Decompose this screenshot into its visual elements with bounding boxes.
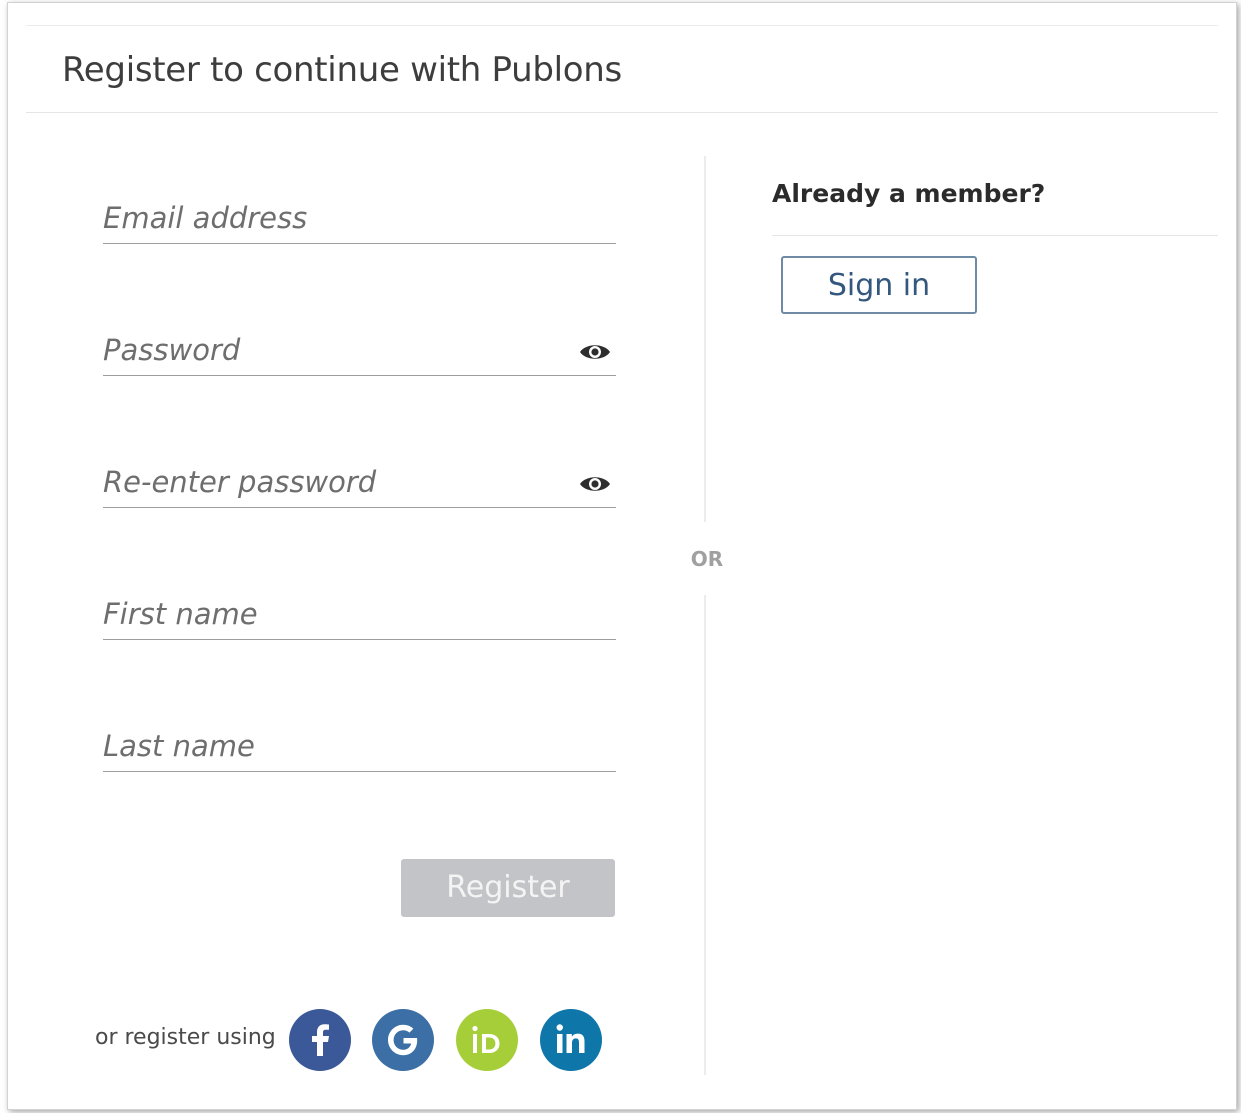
reenter-password-field	[103, 443, 616, 508]
eye-icon[interactable]	[578, 341, 612, 363]
register-dialog: Register to continue with Publons Regist…	[7, 2, 1237, 1110]
password-input[interactable]	[103, 333, 563, 367]
last-name-field	[103, 707, 616, 772]
dialog-header: Register to continue with Publons	[26, 26, 1218, 113]
linkedin-icon[interactable]	[540, 1009, 602, 1071]
or-register-using-label: or register using	[95, 1025, 276, 1050]
sign-in-button[interactable]: Sign in	[781, 256, 977, 314]
member-divider	[772, 235, 1218, 236]
first-name-field	[103, 575, 616, 640]
google-icon[interactable]	[372, 1009, 434, 1071]
orcid-icon[interactable]	[456, 1009, 518, 1071]
or-divider-label: OR	[690, 547, 724, 571]
register-button[interactable]: Register	[401, 859, 615, 917]
reenter-password-input[interactable]	[103, 465, 563, 499]
page-title: Register to continue with Publons	[62, 50, 622, 90]
last-name-input[interactable]	[103, 729, 563, 763]
first-name-input[interactable]	[103, 597, 563, 631]
email-input[interactable]	[103, 201, 563, 235]
eye-icon[interactable]	[578, 473, 612, 495]
vertical-divider-top	[704, 156, 706, 522]
already-member-heading: Already a member?	[772, 179, 1046, 208]
email-field	[103, 179, 616, 244]
facebook-icon[interactable]	[289, 1009, 351, 1071]
vertical-divider-bottom	[704, 595, 706, 1075]
password-field	[103, 311, 616, 376]
